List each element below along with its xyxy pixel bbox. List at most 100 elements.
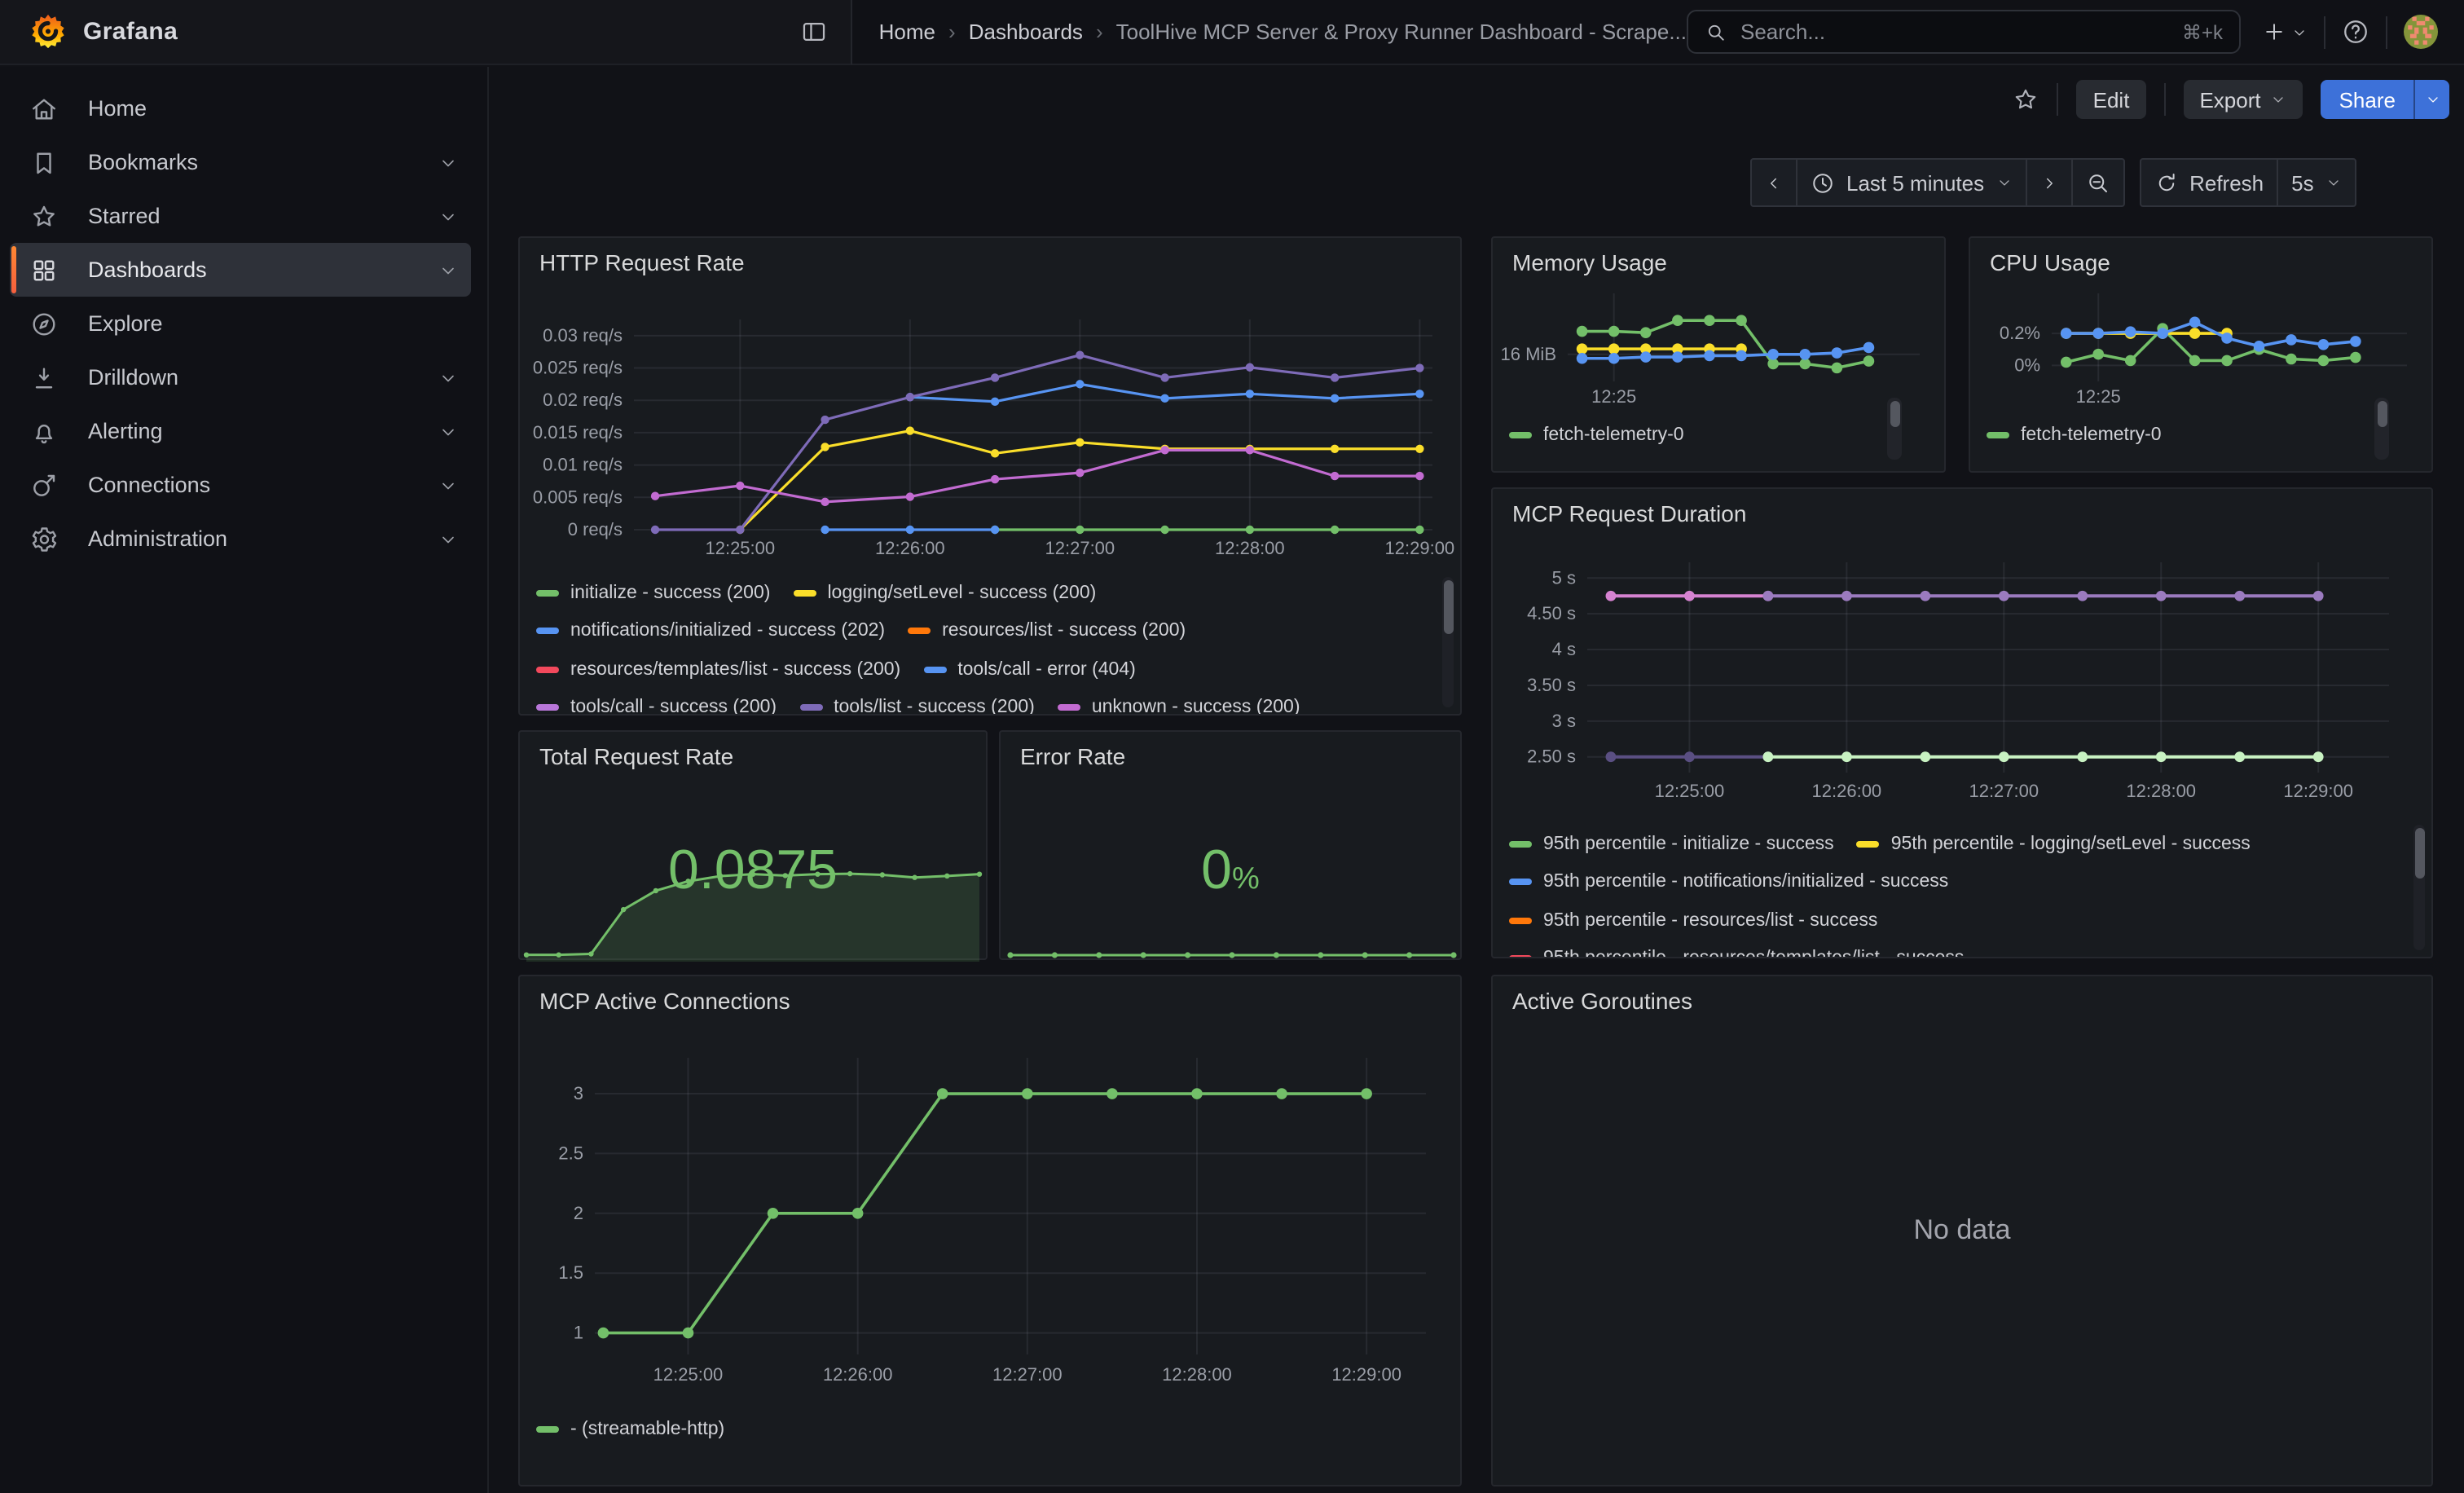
user-avatar[interactable] bbox=[2404, 15, 2438, 49]
chevron-down-icon[interactable] bbox=[438, 475, 458, 495]
sidebar-item-starred[interactable]: Starred bbox=[10, 189, 471, 243]
panel-title[interactable]: Active Goroutines bbox=[1512, 988, 1692, 1014]
chevron-down-icon[interactable] bbox=[438, 529, 458, 548]
sidebar-item-alerting[interactable]: Alerting bbox=[10, 404, 471, 458]
legend-item[interactable]: fetch-telemetry-0 bbox=[1509, 425, 1684, 445]
svg-text:12:28:00: 12:28:00 bbox=[1162, 1364, 1232, 1385]
chevron-down-icon[interactable] bbox=[438, 260, 458, 280]
share-menu-button[interactable] bbox=[2413, 80, 2449, 119]
zoom-out-time-button[interactable] bbox=[2070, 160, 2123, 205]
star-dashboard-button[interactable] bbox=[2013, 86, 2039, 112]
legend-scrollbar-thumb[interactable] bbox=[1890, 401, 1899, 427]
legend-item[interactable]: resources/list - success (200) bbox=[908, 622, 1186, 641]
legend-scrollbar-thumb[interactable] bbox=[2414, 828, 2424, 879]
legend-scrollbar-thumb[interactable] bbox=[1443, 580, 1453, 634]
chevron-down-icon bbox=[2271, 91, 2287, 108]
sidebar-item-explore[interactable]: Explore bbox=[10, 297, 471, 350]
breadcrumb-home[interactable]: Home bbox=[879, 20, 935, 44]
sidebar-item-home[interactable]: Home bbox=[10, 81, 471, 135]
export-button[interactable]: Export bbox=[2183, 80, 2303, 119]
legend-item[interactable]: resources/templates/list - success (200) bbox=[536, 660, 900, 680]
sidebar-item-administration[interactable]: Administration bbox=[10, 512, 471, 566]
svg-text:16 MiB: 16 MiB bbox=[1501, 344, 1556, 364]
chevron-down-icon[interactable] bbox=[438, 152, 458, 172]
legend-item[interactable]: 95th percentile - notifications/initiali… bbox=[1509, 873, 1948, 892]
legend-item[interactable]: 95th percentile - initialize - success bbox=[1509, 835, 1834, 854]
legend-item[interactable]: - (streamable-http) bbox=[536, 1420, 724, 1439]
connections-icon bbox=[29, 470, 59, 500]
chevron-left-icon bbox=[1765, 174, 1783, 192]
share-button[interactable]: Share bbox=[2321, 80, 2413, 119]
sidebar-item-label: Connections bbox=[88, 473, 438, 497]
panel-title[interactable]: Total Request Rate bbox=[539, 743, 733, 769]
sidebar-item-drilldown[interactable]: Drilldown bbox=[10, 350, 471, 404]
sidebar-item-label: Drilldown bbox=[88, 365, 438, 390]
legend-item[interactable]: tools/call - error (404) bbox=[923, 660, 1136, 680]
home-icon bbox=[29, 94, 59, 123]
breadcrumb-separator: › bbox=[948, 20, 956, 44]
svg-text:1: 1 bbox=[574, 1323, 583, 1343]
legend-item[interactable]: tools/list - success (200) bbox=[799, 698, 1035, 715]
zoom-out-icon bbox=[2085, 170, 2110, 195]
legend-item[interactable]: unknown - success (200) bbox=[1058, 698, 1300, 715]
svg-text:4.50 s: 4.50 s bbox=[1527, 603, 1576, 623]
svg-text:5 s: 5 s bbox=[1552, 567, 1576, 588]
time-shift-forward-button[interactable] bbox=[2025, 160, 2070, 205]
svg-text:12:26:00: 12:26:00 bbox=[1812, 781, 1882, 801]
panel-title[interactable]: CPU Usage bbox=[1990, 249, 2110, 275]
time-range-picker[interactable]: Last 5 minutes bbox=[1796, 160, 2025, 205]
panel-title[interactable]: MCP Active Connections bbox=[539, 988, 790, 1014]
chevron-down-icon[interactable] bbox=[438, 421, 458, 441]
legend-item[interactable]: 95th percentile - logging/setLevel - suc… bbox=[1857, 835, 2251, 854]
legend-item[interactable]: notifications/initialized - success (202… bbox=[536, 622, 885, 641]
svg-text:0.03 req/s: 0.03 req/s bbox=[543, 325, 623, 346]
legend-item[interactable]: 95th percentile - resources/list - succe… bbox=[1509, 911, 1877, 931]
time-shift-back-button[interactable] bbox=[1752, 160, 1796, 205]
panel-mcp-request-duration: MCP Request Duration 5 s4.50 s4 s3.50 s3… bbox=[1491, 487, 2433, 958]
sidebar-item-bookmarks[interactable]: Bookmarks bbox=[10, 135, 471, 189]
refresh-button[interactable]: Refresh bbox=[2141, 160, 2277, 205]
dashboards-icon bbox=[29, 255, 59, 284]
chevron-down-icon bbox=[1995, 174, 2012, 191]
refresh-group: Refresh 5s bbox=[2139, 158, 2356, 207]
svg-text:12:25: 12:25 bbox=[2076, 386, 2121, 407]
sidebar-item-connections[interactable]: Connections bbox=[10, 458, 471, 512]
chevron-down-icon[interactable] bbox=[438, 368, 458, 387]
panel-title[interactable]: Error Rate bbox=[1020, 743, 1125, 769]
grafana-logo-icon[interactable] bbox=[29, 13, 67, 51]
add-new-button[interactable] bbox=[2262, 20, 2308, 44]
legend-item[interactable]: tools/call - success (200) bbox=[536, 698, 777, 715]
legend-item[interactable]: logging/setLevel - success (200) bbox=[793, 584, 1096, 603]
dock-sidebar-icon[interactable] bbox=[801, 18, 829, 46]
legend-item[interactable]: fetch-telemetry-0 bbox=[1987, 425, 2162, 445]
svg-text:12:25: 12:25 bbox=[1591, 386, 1636, 407]
legend-item[interactable]: 95th percentile - resources/templates/li… bbox=[1509, 949, 1964, 958]
legend: initialize - success (200) logging/setLev… bbox=[536, 574, 1434, 714]
legend: - (streamable-http) bbox=[536, 1410, 1434, 1449]
share-button-group: Share bbox=[2321, 80, 2449, 119]
stat-value: 0% bbox=[1001, 839, 1460, 903]
svg-text:12:25:00: 12:25:00 bbox=[1655, 781, 1725, 801]
panel-title[interactable]: MCP Request Duration bbox=[1512, 500, 1746, 526]
edit-button[interactable]: Edit bbox=[2077, 80, 2146, 119]
help-button[interactable] bbox=[2342, 18, 2369, 46]
refresh-interval-dropdown[interactable]: 5s bbox=[2277, 160, 2354, 205]
star-icon bbox=[29, 201, 59, 231]
search-icon bbox=[1705, 20, 1727, 43]
sidebar-item-label: Dashboards bbox=[88, 258, 438, 282]
legend-item[interactable]: initialize - success (200) bbox=[536, 584, 770, 603]
sidebar-item-dashboards[interactable]: Dashboards bbox=[10, 243, 471, 297]
svg-text:12:27:00: 12:27:00 bbox=[1045, 538, 1115, 558]
svg-text:0%: 0% bbox=[2014, 355, 2040, 375]
chevron-down-icon[interactable] bbox=[438, 206, 458, 226]
breadcrumb-dashboards[interactable]: Dashboards bbox=[969, 20, 1083, 44]
refresh-icon bbox=[2154, 170, 2178, 195]
search-input[interactable]: Search... ⌘+k bbox=[1687, 10, 2241, 54]
legend-swatch bbox=[536, 628, 559, 635]
legend-scrollbar-thumb[interactable] bbox=[2377, 401, 2387, 427]
legend-swatch bbox=[1509, 956, 1532, 958]
top-bar-actions bbox=[2262, 15, 2438, 49]
panel-title[interactable]: Memory Usage bbox=[1512, 249, 1667, 275]
panel-title[interactable]: HTTP Request Rate bbox=[539, 249, 745, 275]
clock-icon bbox=[1811, 170, 1835, 195]
